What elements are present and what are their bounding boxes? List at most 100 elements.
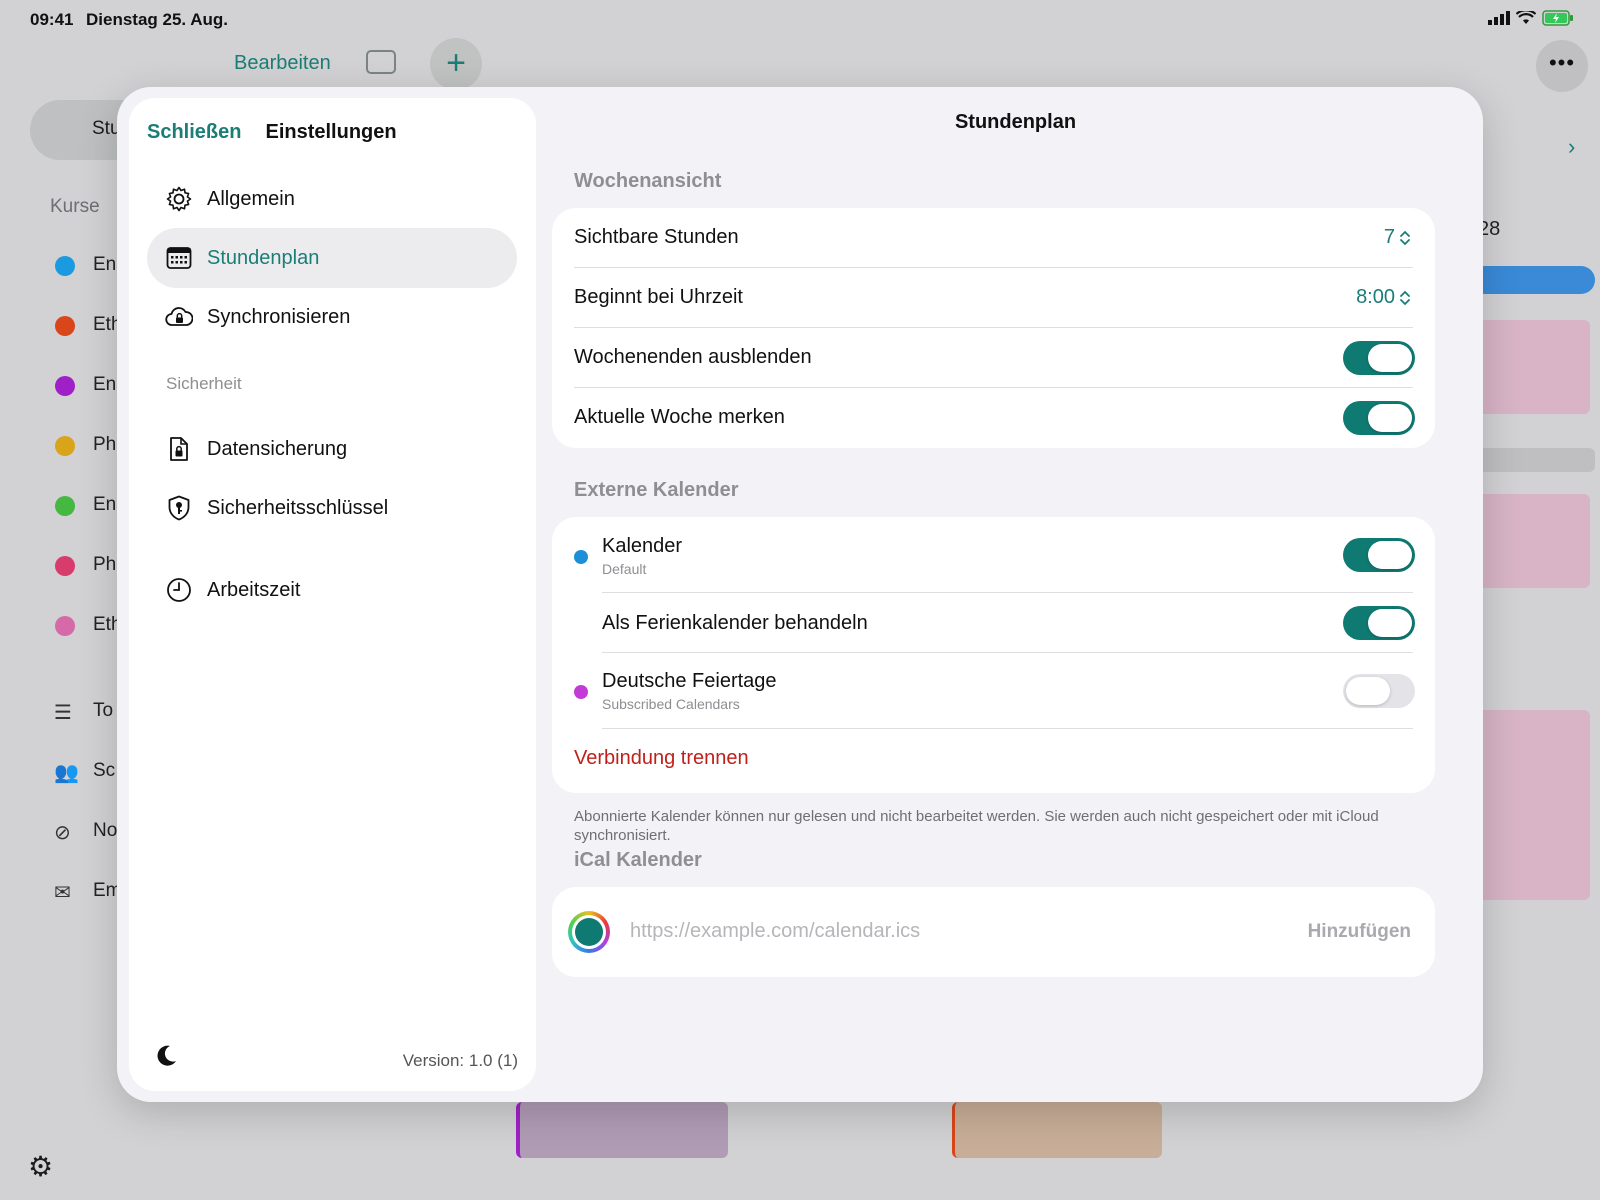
course-item[interactable]: En — [93, 254, 116, 276]
system-indicators — [1488, 10, 1574, 26]
course-color-dot — [55, 376, 75, 396]
course-item[interactable]: Ph — [93, 434, 116, 456]
calendar-subtitle: Default — [602, 561, 647, 577]
toggle-knob — [1368, 344, 1412, 372]
holiday-calendar-row: Als Ferienkalender behandeln — [552, 593, 1435, 653]
nav-label-allgemein: Allgemein — [207, 187, 295, 210]
holiday-calendar-toggle[interactable] — [1343, 606, 1415, 640]
up-down-chevron-icon — [1400, 290, 1410, 305]
calendar-row-feiertage: Deutsche Feiertage Subscribed Calendars — [552, 653, 1435, 729]
key-shield-icon — [168, 495, 190, 521]
close-button[interactable]: Schließen — [147, 121, 241, 144]
remember-week-label: Aktuelle Woche merken — [574, 406, 785, 428]
status-date: Dienstag 25. Aug. — [86, 10, 229, 29]
nav-item-arbeitszeit[interactable]: Arbeitszeit — [147, 560, 517, 620]
course-color-dot — [55, 256, 75, 276]
calendar-color-dot — [574, 685, 588, 699]
nav-item-allgemein[interactable]: Allgemein — [147, 169, 517, 229]
mail-icon: ✉ — [54, 882, 71, 904]
remember-week-toggle[interactable] — [1343, 401, 1415, 435]
calendar-row-kalender: Kalender Default — [552, 517, 1435, 593]
security-section-header: Sicherheit — [166, 374, 242, 393]
color-well-swatch — [575, 918, 603, 946]
bg-notes-item[interactable]: No — [93, 820, 117, 842]
settings-gear-icon[interactable]: ⚙ — [28, 1150, 53, 1183]
course-color-dot — [55, 316, 75, 336]
course-item[interactable]: En — [93, 494, 116, 516]
week-view-group: Sichtbare Stunden 7 Beginnt bei Uhrzeit … — [552, 208, 1435, 448]
people-icon: 👥 — [54, 762, 79, 784]
bg-courses-header: Kurse — [50, 196, 100, 217]
version-label: Version: 1.0 (1) — [402, 1051, 518, 1070]
calendar-color-dot — [574, 550, 588, 564]
ical-url-input[interactable] — [630, 920, 1270, 943]
course-color-dot — [55, 436, 75, 456]
add-icon[interactable]: + — [430, 38, 482, 90]
nav-label-datensicherung: Datensicherung — [207, 437, 348, 460]
remember-week-row: Aktuelle Woche merken — [552, 388, 1435, 448]
status-bar: 09:41 Dienstag 25. Aug. — [0, 0, 1600, 36]
bg-event-bottom-1[interactable] — [516, 1102, 728, 1158]
external-calendars-header: Externe Kalender — [574, 479, 739, 501]
calendar-kalender-toggle[interactable] — [1343, 538, 1415, 572]
start-time-value: 8:00 — [1356, 286, 1395, 308]
document-lock-icon — [170, 437, 188, 461]
edit-button[interactable]: Bearbeiten — [234, 52, 331, 75]
hide-weekends-toggle[interactable] — [1343, 341, 1415, 375]
toggle-knob — [1346, 677, 1390, 705]
nav-item-datensicherung[interactable]: Datensicherung — [147, 419, 517, 479]
hide-weekends-row: Wochenenden ausblenden — [552, 328, 1435, 388]
nav-item-sicherheitsschluessel[interactable]: Sicherheitsschlüssel — [147, 478, 517, 538]
clock-icon — [167, 578, 191, 602]
visible-hours-value: 7 — [1383, 226, 1395, 248]
calendar-feiertage-toggle[interactable] — [1343, 674, 1415, 708]
moon-icon[interactable] — [153, 1043, 179, 1069]
nav-label-arbeitszeit: Arbeitszeit — [207, 578, 301, 601]
visible-hours-stepper[interactable]: 7 — [1384, 226, 1411, 249]
nav-label-sicherheitsschluessel: Sicherheitsschlüssel — [207, 496, 389, 519]
visible-hours-label: Sichtbare Stunden — [574, 226, 739, 248]
settings-sidebar: Schließen Einstellungen Allgemein Stunde… — [129, 98, 536, 1091]
bg-students-item[interactable]: Sc — [93, 760, 115, 782]
visible-hours-row[interactable]: Sichtbare Stunden 7 — [552, 208, 1435, 268]
up-down-chevron-icon — [1400, 230, 1410, 245]
color-picker-icon[interactable] — [568, 911, 610, 953]
row-divider — [602, 728, 1413, 729]
hide-weekends-label: Wochenenden ausblenden — [574, 346, 812, 368]
stundenplan-detail: Stundenplan Wochenansicht Sichtbare Stun… — [548, 87, 1483, 1102]
gear-icon — [166, 186, 192, 212]
nav-item-stundenplan[interactable]: Stundenplan — [147, 228, 517, 288]
signal-icon — [1488, 11, 1510, 25]
calendar-icon — [166, 247, 192, 269]
course-item[interactable]: En — [93, 374, 116, 396]
status-time: 09:41 — [30, 10, 74, 29]
color-well-ring — [572, 915, 606, 949]
toggle-knob — [1368, 609, 1412, 637]
detail-title: Stundenplan — [954, 111, 1077, 133]
no-notes-icon: ⊘ — [54, 822, 71, 844]
ical-add-button[interactable]: Hinzufügen — [1308, 921, 1411, 943]
nav-item-synchronisieren[interactable]: Synchronisieren — [147, 287, 517, 347]
start-time-row[interactable]: Beginnt bei Uhrzeit 8:00 — [552, 268, 1435, 328]
cloud-lock-icon — [165, 307, 193, 326]
bg-next-chevron-icon[interactable]: › — [1568, 134, 1575, 160]
bg-todo-item[interactable]: To — [93, 700, 113, 722]
course-color-dot — [55, 496, 75, 516]
battery-icon — [1542, 10, 1573, 26]
start-time-label: Beginnt bei Uhrzeit — [574, 286, 743, 308]
settings-modal: Schließen Einstellungen Allgemein Stunde… — [117, 87, 1483, 1102]
bg-event-bottom-2[interactable] — [952, 1102, 1162, 1158]
external-calendars-group: Kalender Default Als Ferienkalender beha… — [552, 517, 1435, 793]
more-icon[interactable]: ••• — [1536, 40, 1588, 92]
calendar-subtitle: Subscribed Calendars — [602, 696, 740, 712]
course-color-dot — [55, 616, 75, 636]
calendar-name: Deutsche Feiertage — [602, 670, 777, 692]
sidebar-toggle-icon[interactable] — [366, 50, 396, 74]
disconnect-button[interactable]: Verbindung trennen — [574, 747, 749, 770]
ical-header: iCal Kalender — [574, 849, 702, 871]
course-item[interactable]: Ph — [93, 554, 116, 576]
checklist-icon: ☰ — [54, 702, 72, 724]
start-time-stepper[interactable]: 8:00 — [1356, 286, 1411, 309]
course-color-dot — [55, 556, 75, 576]
calendar-name: Kalender — [602, 535, 683, 557]
